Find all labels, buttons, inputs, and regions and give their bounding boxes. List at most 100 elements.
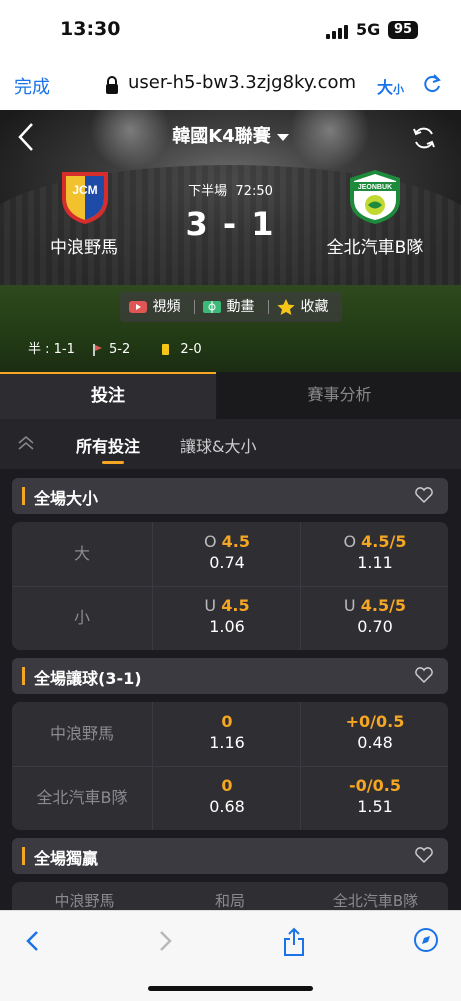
section-title: 全場大小 bbox=[34, 489, 99, 508]
odds-card-handicap: 中浪野馬 0 1.16 +0/0.5 0.48 全北汽車B隊 0 0.68 -0… bbox=[12, 702, 448, 830]
odds-value: 0.74 bbox=[209, 553, 245, 572]
section-accent-bar bbox=[22, 847, 25, 865]
home-team-logo: JCM bbox=[62, 172, 108, 224]
video-button[interactable]: 視頻 bbox=[128, 292, 180, 322]
filter-all-bets[interactable]: 所有投注 bbox=[76, 433, 140, 457]
row-label: 小 bbox=[73, 608, 90, 627]
odds-value: 0.70 bbox=[357, 617, 393, 636]
odds-prefix: U bbox=[204, 596, 217, 615]
heart-icon[interactable] bbox=[414, 846, 434, 864]
odds-line: 4.5/5 bbox=[360, 596, 407, 615]
forward-icon[interactable] bbox=[156, 927, 176, 955]
done-button[interactable]: 完成 bbox=[14, 73, 50, 99]
signal-icon bbox=[326, 25, 348, 39]
column-away: 全北汽車B隊 bbox=[332, 892, 419, 910]
section-accent-bar bbox=[22, 667, 25, 685]
odds-value: 0.68 bbox=[209, 797, 245, 816]
away-logo-text: JEONBUK bbox=[358, 184, 392, 191]
odds-cell[interactable]: U 4.5 1.06 bbox=[152, 586, 301, 650]
odds-line: 0 bbox=[221, 712, 233, 731]
share-icon[interactable] bbox=[282, 927, 306, 957]
odds-value: 0.48 bbox=[357, 733, 393, 752]
section-accent-bar bbox=[22, 487, 25, 505]
favorite-button[interactable]: 收藏 bbox=[276, 292, 328, 322]
main-tabs: 投注 賽事分析 bbox=[0, 372, 461, 419]
corner-stat: 5-2 bbox=[93, 342, 144, 357]
halftime-score: 半 : 1-1 bbox=[28, 342, 75, 357]
odds-row: 小 U 4.5 1.06 U 4.5/5 0.70 bbox=[12, 586, 448, 650]
home-team-name: 中浪野馬 bbox=[50, 238, 118, 258]
odds-card-over-under: 大 O 4.5 0.74 O 4.5/5 1.11 小 U 4.5 1.06 U… bbox=[12, 522, 448, 650]
video-label: 視頻 bbox=[152, 299, 181, 315]
section-header-handicap[interactable]: 全場讓球(3-1) bbox=[12, 658, 448, 694]
odds-line: 4.5 bbox=[221, 596, 250, 615]
odds-prefix: O bbox=[203, 532, 217, 551]
collapse-all-icon[interactable] bbox=[16, 433, 36, 453]
compass-icon[interactable] bbox=[413, 927, 439, 953]
text-size-button[interactable]: 大小 bbox=[377, 74, 404, 98]
home-indicator bbox=[148, 986, 313, 991]
yellow-cards-value: 2-0 bbox=[180, 342, 202, 357]
divider bbox=[194, 300, 195, 314]
odds-value: 1.06 bbox=[209, 617, 245, 636]
corner-flag-icon bbox=[93, 343, 103, 356]
animation-button[interactable]: 動畫 bbox=[202, 292, 254, 322]
away-team-name: 全北汽車B隊 bbox=[326, 238, 424, 258]
reload-icon[interactable] bbox=[421, 72, 443, 96]
odds-cell[interactable]: 0 1.16 bbox=[152, 702, 301, 766]
odds-line: -0/0.5 bbox=[349, 776, 401, 795]
pitch-icon bbox=[203, 301, 221, 313]
moneyline-column-headers: 中浪野馬 和局 全北汽車B隊 bbox=[12, 882, 448, 912]
odds-cell[interactable]: O 4.5/5 1.11 bbox=[300, 522, 448, 586]
odds-value: 1.11 bbox=[357, 553, 393, 572]
section-title: 全場獨贏 bbox=[34, 849, 99, 868]
section-title: 全場讓球(3-1) bbox=[34, 669, 142, 688]
tab-analysis[interactable]: 賽事分析 bbox=[218, 372, 461, 419]
refresh-icon[interactable] bbox=[411, 125, 437, 151]
odds-cell[interactable]: U 4.5/5 0.70 bbox=[300, 586, 448, 650]
odds-value: 1.51 bbox=[357, 797, 393, 816]
league-selector[interactable]: 韓國K4聯賽 bbox=[0, 122, 461, 148]
browser-address-bar: 完成 user-h5-bw3.3zjg8ky.com 大小 bbox=[0, 60, 461, 110]
status-time: 13:30 bbox=[60, 18, 121, 40]
odds-cell[interactable]: 0 0.68 bbox=[152, 766, 301, 830]
home-logo-text: JCM bbox=[72, 183, 97, 197]
caret-down-icon bbox=[276, 133, 289, 141]
favorite-label: 收藏 bbox=[300, 299, 329, 315]
odds-row: 全北汽車B隊 0 0.68 -0/0.5 1.51 bbox=[12, 766, 448, 830]
away-team-logo: JEONBUK bbox=[350, 170, 400, 224]
corners-value: 5-2 bbox=[109, 342, 131, 357]
lock-icon bbox=[106, 76, 118, 94]
heart-icon[interactable] bbox=[414, 666, 434, 684]
odds-value: 1.16 bbox=[209, 733, 245, 752]
filter-handicap-ou[interactable]: 讓球&大小 bbox=[180, 433, 256, 457]
league-name: 韓國K4聯賽 bbox=[172, 126, 271, 147]
yellow-card-stat: 2-0 bbox=[162, 342, 215, 357]
animation-label: 動畫 bbox=[226, 299, 255, 315]
back-icon[interactable] bbox=[22, 927, 42, 955]
odds-row: 中浪野馬 0 1.16 +0/0.5 0.48 bbox=[12, 702, 448, 766]
section-header-over-under[interactable]: 全場大小 bbox=[12, 478, 448, 514]
battery-icon: 95 bbox=[388, 21, 418, 39]
match-clock: 72:50 bbox=[235, 184, 273, 199]
bet-filter-bar: 所有投注 讓球&大小 bbox=[0, 419, 461, 469]
column-home: 中浪野馬 bbox=[54, 892, 115, 910]
row-label: 中浪野馬 bbox=[49, 724, 114, 743]
text-size-small: 小 bbox=[393, 83, 405, 96]
tab-bet[interactable]: 投注 bbox=[0, 372, 216, 419]
star-icon bbox=[277, 299, 295, 315]
odds-row: 大 O 4.5 0.74 O 4.5/5 1.11 bbox=[12, 522, 448, 586]
video-icon bbox=[129, 301, 147, 313]
odds-cell[interactable]: -0/0.5 1.51 bbox=[300, 766, 448, 830]
row-label: 全北汽車B隊 bbox=[36, 788, 128, 807]
heart-icon[interactable] bbox=[414, 486, 434, 504]
section-header-moneyline[interactable]: 全場獨贏 bbox=[12, 838, 448, 874]
yellow-card-icon bbox=[162, 343, 170, 355]
period-label: 下半場 bbox=[188, 184, 228, 199]
url-text[interactable]: user-h5-bw3.3zjg8ky.com bbox=[128, 72, 356, 93]
odds-prefix: U bbox=[343, 596, 356, 615]
odds-cell[interactable]: O 4.5 0.74 bbox=[152, 522, 301, 586]
odds-cell[interactable]: +0/0.5 0.48 bbox=[300, 702, 448, 766]
odds-prefix: O bbox=[343, 532, 357, 551]
media-toolbar: 視頻 動畫 收藏 bbox=[120, 292, 342, 322]
